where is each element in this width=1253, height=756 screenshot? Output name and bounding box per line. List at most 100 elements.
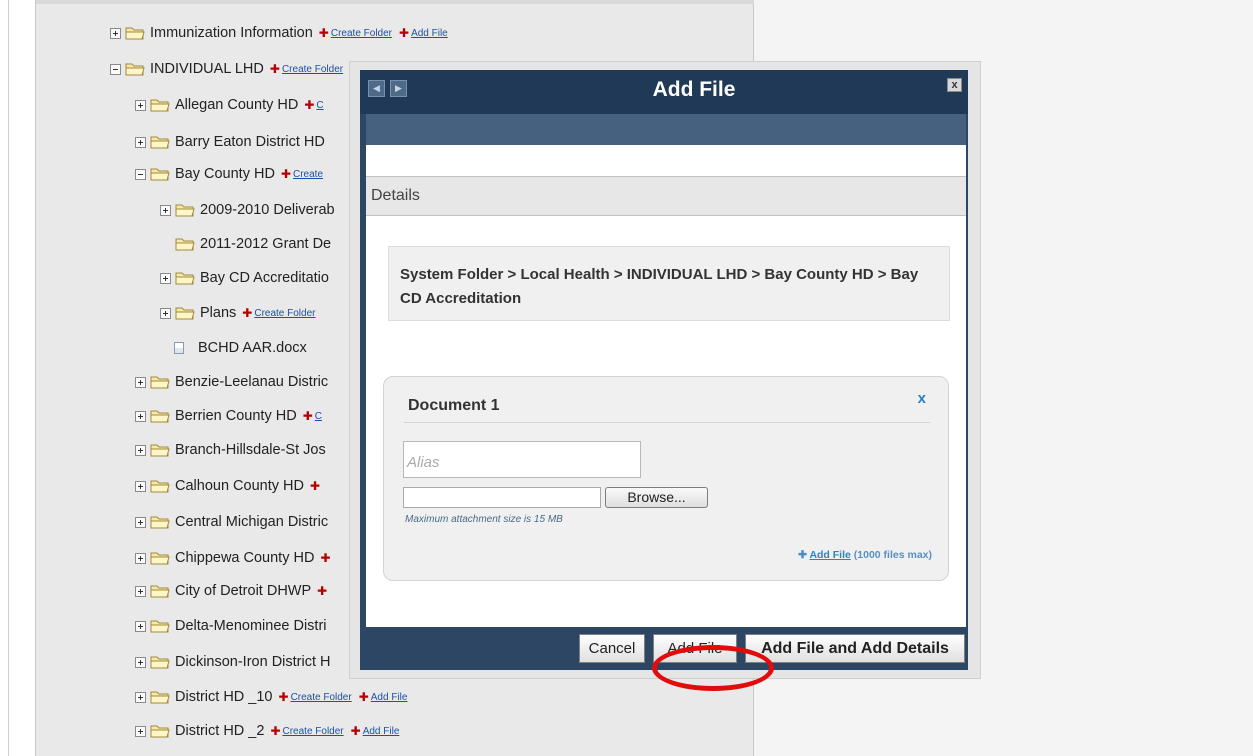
tree-item-dickinson-iron[interactable]: Dickinson-Iron District H <box>135 651 337 673</box>
tree-item-label: Delta-Menominee Distri <box>175 618 327 634</box>
expand-icon[interactable] <box>135 376 146 388</box>
tree-item-immunization[interactable]: Immunization Information ✚ Create Folder… <box>110 22 455 44</box>
tree-item-district-hd-2[interactable]: District HD _2 ✚ Create Folder ✚ Add Fil… <box>135 720 406 742</box>
tree-item-benzie-leelanau[interactable]: Benzie-Leelanau Distric <box>135 371 334 393</box>
create-folder-link[interactable]: Create Folder <box>283 726 344 737</box>
folder-icon <box>175 204 195 217</box>
add-file-icon[interactable]: ✚ <box>359 690 369 704</box>
expand-icon[interactable] <box>135 516 146 528</box>
expand-icon[interactable] <box>160 272 171 284</box>
document-icon <box>174 342 184 354</box>
tree-item-label: 2009-2010 Deliverab <box>200 202 335 218</box>
create-folder-icon[interactable]: ✚ <box>310 479 320 493</box>
expand-icon[interactable] <box>135 552 146 564</box>
tree-item-label: City of Detroit DHWP <box>175 583 312 599</box>
folder-icon <box>150 691 170 704</box>
tree-item-label: 2011-2012 Grant De <box>200 236 332 252</box>
create-folder-link[interactable]: Create Folder <box>282 64 343 75</box>
add-file-and-details-button[interactable]: Add File and Add Details <box>745 634 965 663</box>
expand-icon[interactable] <box>160 204 171 216</box>
create-folder-link[interactable]: C <box>315 411 322 422</box>
tree-item-individual-lhd[interactable]: INDIVIDUAL LHD ✚ Create Folder <box>110 58 350 80</box>
expand-icon[interactable] <box>135 725 146 737</box>
tree-item-label: District HD _10 <box>175 689 273 705</box>
create-folder-icon[interactable]: ✚ <box>303 409 313 423</box>
tree-item-label: Chippewa County HD <box>175 550 315 566</box>
collapse-icon[interactable] <box>110 63 121 75</box>
tree-item-label: Calhoun County HD <box>175 478 304 494</box>
left-gutter <box>0 0 36 756</box>
create-folder-icon[interactable]: ✚ <box>320 551 330 565</box>
create-folder-icon[interactable]: ✚ <box>270 62 280 76</box>
cancel-button[interactable]: Cancel <box>579 634 645 663</box>
add-another-file[interactable]: ✚ Add File (1000 files max) <box>798 549 932 561</box>
tree-item-bay-cd-accreditation[interactable]: Bay CD Accreditatio <box>160 267 335 289</box>
folder-icon <box>150 410 170 423</box>
tree-item-central-michigan[interactable]: Central Michigan Distric <box>135 511 334 533</box>
tree-item-district-hd-10[interactable]: District HD _10 ✚ Create Folder ✚ Add Fi… <box>135 686 414 708</box>
create-folder-link[interactable]: Create Folder <box>291 692 352 703</box>
expand-icon[interactable] <box>135 480 146 492</box>
dialog-title: Add File <box>652 78 736 101</box>
tree-item-2011-2012[interactable]: 2011-2012 Grant De <box>175 233 337 255</box>
create-folder-icon[interactable]: ✚ <box>317 584 327 598</box>
create-folder-icon[interactable]: ✚ <box>319 26 329 40</box>
folder-open-icon <box>125 63 145 76</box>
tree-item-delta-menominee[interactable]: Delta-Menominee Distri <box>135 615 333 637</box>
folder-icon <box>150 480 170 493</box>
tree-item-label: Allegan County HD <box>175 97 299 113</box>
expand-icon[interactable] <box>135 620 146 632</box>
tree-item-allegan[interactable]: Allegan County HD ✚ C <box>135 94 331 116</box>
tree-item-city-of-detroit[interactable]: City of Detroit DHWP ✚ <box>135 580 329 602</box>
tree-item-calhoun[interactable]: Calhoun County HD ✚ <box>135 475 322 497</box>
alias-input[interactable]: Alias <box>403 441 641 478</box>
expand-icon[interactable] <box>135 136 146 148</box>
expand-icon[interactable] <box>135 656 146 668</box>
browse-button[interactable]: Browse... <box>605 487 708 508</box>
folder-icon <box>175 272 195 285</box>
tree-item-chippewa[interactable]: Chippewa County HD ✚ <box>135 547 333 569</box>
add-file-link[interactable]: Add File <box>411 28 448 39</box>
file-path-input[interactable] <box>403 487 601 508</box>
document-title: Document 1 <box>408 397 500 414</box>
expand-icon[interactable] <box>135 444 146 456</box>
expand-icon[interactable] <box>110 27 121 39</box>
expand-icon[interactable] <box>135 99 146 111</box>
max-size-hint: Maximum attachment size is 15 MB <box>405 514 563 525</box>
tree-item-bchd-aar[interactable]: BCHD AAR.docx <box>148 337 313 359</box>
tree-item-berrien[interactable]: Berrien County HD ✚ C <box>135 405 329 427</box>
expand-icon[interactable] <box>135 410 146 422</box>
collapse-icon[interactable] <box>135 168 146 180</box>
expand-icon[interactable] <box>160 307 171 319</box>
add-file-link-text[interactable]: Add File <box>809 549 850 561</box>
create-folder-icon[interactable]: ✚ <box>281 167 291 181</box>
add-file-icon[interactable]: ✚ <box>399 26 409 40</box>
create-folder-link[interactable]: Create <box>293 169 323 180</box>
create-folder-link[interactable]: Create Folder <box>331 28 392 39</box>
folder-icon <box>150 516 170 529</box>
expand-icon[interactable] <box>135 585 146 597</box>
create-folder-icon[interactable]: ✚ <box>304 98 314 112</box>
tree-item-label: Central Michigan Distric <box>175 514 329 530</box>
add-file-icon[interactable]: ✚ <box>351 724 361 738</box>
create-folder-icon[interactable]: ✚ <box>279 690 289 704</box>
create-folder-icon[interactable]: ✚ <box>242 306 252 320</box>
tree-item-label: Dickinson-Iron District H <box>175 654 331 670</box>
tree-item-label: District HD _2 <box>175 723 265 739</box>
tree-item-2009-2010[interactable]: 2009-2010 Deliverab <box>160 199 341 221</box>
add-file-link[interactable]: Add File <box>371 692 408 703</box>
details-heading: Details <box>366 176 966 216</box>
create-folder-link[interactable]: Create Folder <box>254 308 315 319</box>
tree-item-branch-hillsdale[interactable]: Branch-Hillsdale-St Jos <box>135 439 332 461</box>
create-folder-icon[interactable]: ✚ <box>270 724 280 738</box>
create-folder-link[interactable]: C <box>316 100 323 111</box>
dialog-titlebar: ◀ ▶ Add File x <box>360 70 968 114</box>
tree-item-barry-eaton[interactable]: Barry Eaton District HD <box>135 131 331 153</box>
expand-icon[interactable] <box>135 691 146 703</box>
tree-item-bay-county[interactable]: Bay County HD ✚ Create <box>135 163 330 185</box>
remove-document-icon[interactable]: x <box>918 390 926 407</box>
add-file-link[interactable]: Add File <box>363 726 400 737</box>
close-icon[interactable]: x <box>947 78 962 92</box>
tree-item-plans[interactable]: Plans ✚ Create Folder <box>160 302 322 324</box>
tree-item-label: Plans <box>200 305 237 321</box>
